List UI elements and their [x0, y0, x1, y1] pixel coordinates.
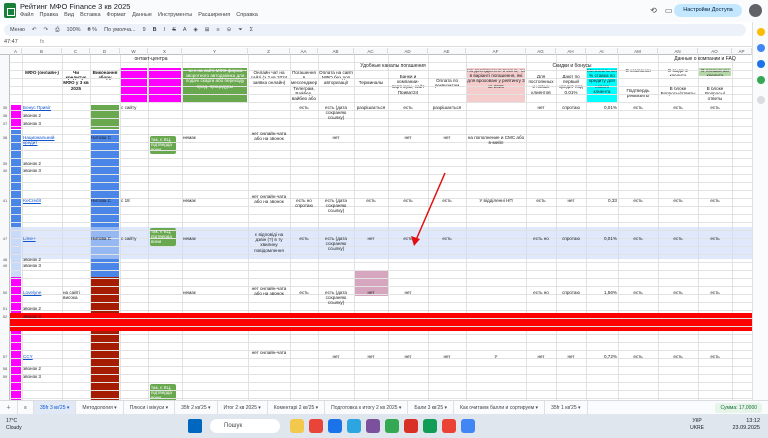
red-arrow-annotation: [411, 172, 446, 246]
spreadsheet-app: Рейтинг МФО Finance 3 кв 2025 Файл Правка…: [0, 0, 768, 438]
